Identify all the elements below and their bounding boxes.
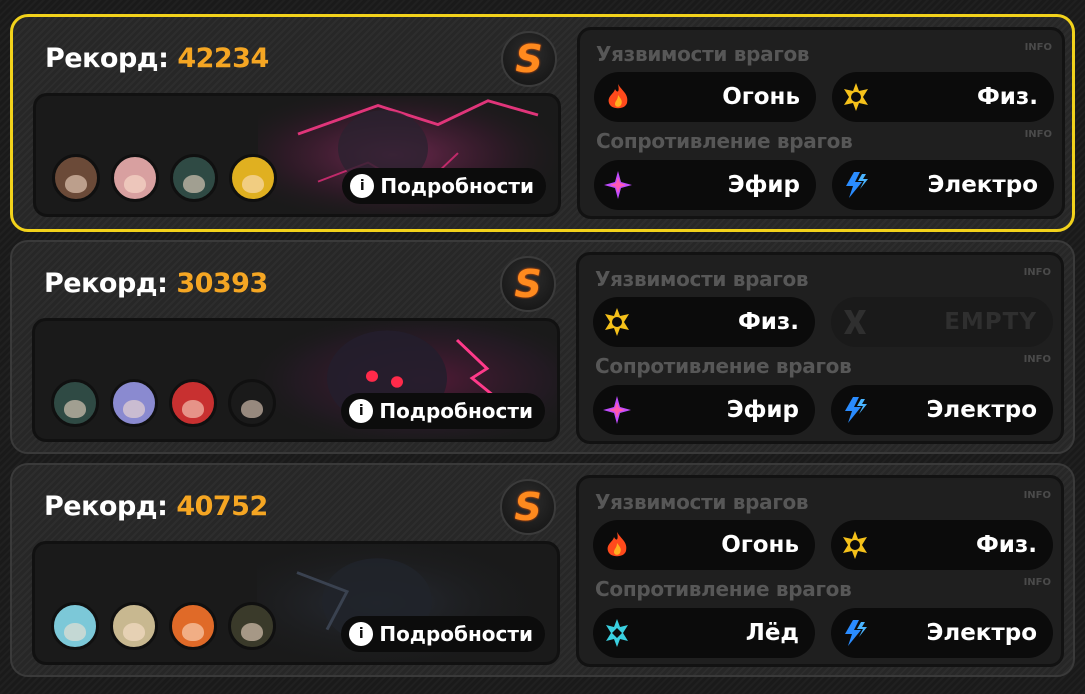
record-score: 30393 <box>176 268 268 299</box>
elements-panel: Уязвимости врагов INFO Огонь Физ. Сопрот… <box>576 475 1064 667</box>
fire-icon <box>599 527 635 563</box>
resistance-info-button[interactable]: INFO <box>1025 129 1052 140</box>
element-name: Физ. <box>737 309 799 335</box>
agent-avatar[interactable] <box>51 379 99 427</box>
resistance-title: Сопротивление врагов <box>595 354 852 378</box>
team-avatars <box>52 154 277 202</box>
weakness-info-button[interactable]: INFO <box>1024 490 1051 501</box>
team-panel: i Подробности <box>33 93 561 217</box>
element-name: Огонь <box>722 84 800 110</box>
record-label: Рекорд: 30393 <box>44 268 268 299</box>
details-button[interactable]: i Подробности <box>341 616 545 652</box>
weakness-pill-empty: EMPTY <box>831 297 1053 347</box>
resistance-info-button[interactable]: INFO <box>1024 577 1051 588</box>
physical-icon <box>599 304 635 340</box>
team-panel: i Подробности <box>32 541 560 665</box>
resistance-pill[interactable]: Лёд <box>593 608 815 658</box>
element-name: Эфир <box>727 172 800 198</box>
team-avatars <box>51 379 276 427</box>
resistance-pill[interactable]: Электро <box>831 385 1053 435</box>
team-avatars <box>51 602 276 650</box>
agent-avatar[interactable] <box>52 154 100 202</box>
element-name: Эфир <box>726 397 799 423</box>
rank-badge: S <box>500 479 556 535</box>
weakness-info-button[interactable]: INFO <box>1024 267 1051 278</box>
details-label: Подробности <box>379 399 533 423</box>
record-score: 42234 <box>177 43 269 74</box>
record-card-2[interactable]: Рекорд: 30393 S i Подробности Уязвимости… <box>10 240 1075 454</box>
agent-avatar[interactable] <box>110 602 158 650</box>
weakness-pill[interactable]: Физ. <box>831 520 1053 570</box>
agent-avatar[interactable] <box>110 379 158 427</box>
info-icon: i <box>349 399 374 423</box>
element-name: Электро <box>926 397 1037 423</box>
element-name: EMPTY <box>944 309 1037 335</box>
weakness-info-button[interactable]: INFO <box>1025 42 1052 53</box>
weakness-title: Уязвимости врагов <box>595 267 809 291</box>
electric-icon <box>837 615 873 651</box>
element-name: Физ. <box>976 84 1038 110</box>
agent-avatar[interactable] <box>228 602 276 650</box>
resistance-pill[interactable]: Электро <box>832 160 1054 210</box>
resistance-title: Сопротивление врагов <box>596 129 853 153</box>
record-score: 40752 <box>176 491 268 522</box>
electric-icon <box>838 167 874 203</box>
details-button[interactable]: i Подробности <box>342 168 546 204</box>
weakness-pill[interactable]: Физ. <box>593 297 815 347</box>
team-panel: i Подробности <box>32 318 560 442</box>
resistance-pill[interactable]: Электро <box>831 608 1053 658</box>
weakness-pill[interactable]: Огонь <box>594 72 816 122</box>
record-card-1[interactable]: Рекорд: 42234 S i Подробности Уязвимости… <box>10 14 1075 232</box>
physical-icon <box>838 79 874 115</box>
elements-panel: Уязвимости врагов INFO Огонь Физ. Сопрот… <box>577 27 1065 219</box>
record-label: Рекорд: 42234 <box>45 43 269 74</box>
agent-avatar[interactable] <box>229 154 277 202</box>
agent-avatar[interactable] <box>170 154 218 202</box>
resistance-pill[interactable]: Эфир <box>594 160 816 210</box>
weakness-title: Уязвимости врагов <box>596 42 810 66</box>
agent-avatar[interactable] <box>169 602 217 650</box>
agent-avatar[interactable] <box>228 379 276 427</box>
element-name: Электро <box>927 172 1038 198</box>
resistance-info-button[interactable]: INFO <box>1024 354 1051 365</box>
resistance-pill[interactable]: Эфир <box>593 385 815 435</box>
element-name: Физ. <box>975 532 1037 558</box>
element-name: Электро <box>926 620 1037 646</box>
element-name: Лёд <box>745 620 799 646</box>
agent-avatar[interactable] <box>111 154 159 202</box>
fire-icon <box>600 79 636 115</box>
weakness-pill[interactable]: Физ. <box>832 72 1054 122</box>
weakness-title: Уязвимости врагов <box>595 490 809 514</box>
ether-icon <box>599 392 635 428</box>
weakness-pill[interactable]: Огонь <box>593 520 815 570</box>
electric-icon <box>837 392 873 428</box>
info-icon: i <box>350 174 375 198</box>
ice-icon <box>599 615 635 651</box>
resistance-title: Сопротивление врагов <box>595 577 852 601</box>
info-icon: i <box>349 622 374 646</box>
physical-icon <box>837 527 873 563</box>
agent-avatar[interactable] <box>169 379 217 427</box>
details-button[interactable]: i Подробности <box>341 393 545 429</box>
details-label: Подробности <box>379 622 533 646</box>
rank-badge: S <box>500 256 556 312</box>
element-name: Огонь <box>721 532 799 558</box>
details-label: Подробности <box>380 174 534 198</box>
record-card-3[interactable]: Рекорд: 40752 S i Подробности Уязвимости… <box>10 463 1075 677</box>
record-label: Рекорд: 40752 <box>44 491 268 522</box>
empty-x-icon <box>837 304 873 340</box>
agent-avatar[interactable] <box>51 602 99 650</box>
elements-panel: Уязвимости врагов INFO Физ. EMPTY Сопрот… <box>576 252 1064 444</box>
rank-badge: S <box>501 31 557 87</box>
ether-icon <box>600 167 636 203</box>
